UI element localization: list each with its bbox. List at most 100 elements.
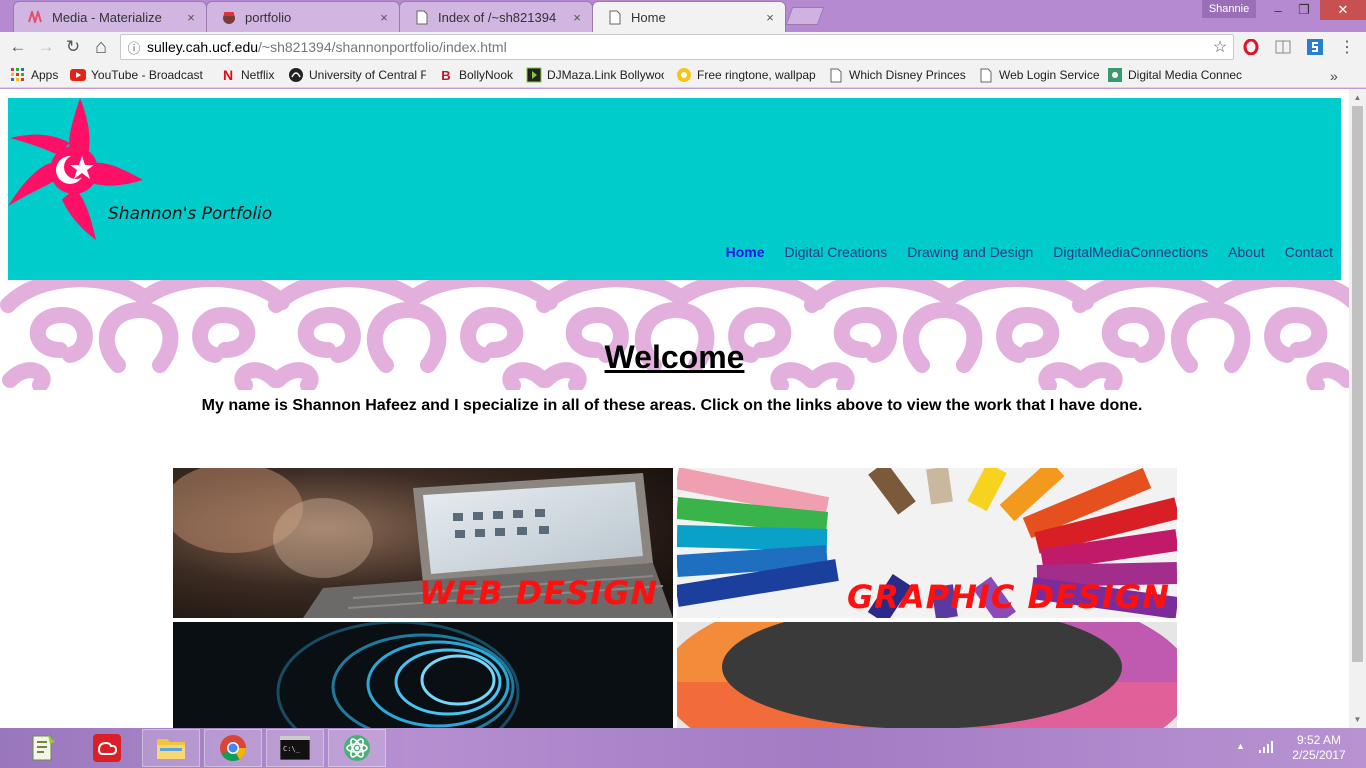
nav-drawing-and-design[interactable]: Drawing and Design	[907, 244, 1033, 260]
tile-label-graphic-design: GRAPHIC DESIGN	[847, 578, 1170, 616]
info-icon[interactable]: ⓘ	[121, 38, 147, 57]
site-title: Shannon's Portfolio	[108, 204, 273, 224]
scroll-up-icon[interactable]: ▲	[1349, 89, 1366, 106]
tile-graphic-design[interactable]: GRAPHIC DESIGN	[677, 468, 1177, 618]
address-bar[interactable]: ⓘ sulley.cah.ucf.edu/~sh821394/shannonpo…	[120, 34, 1234, 60]
system-clock[interactable]: 9:52 AM 2/25/2017	[1284, 733, 1354, 763]
tab-strip: Media - Materialize × portfolio × Index …	[0, 0, 1366, 32]
bookmark-disney[interactable]: Which Disney Princess	[828, 66, 966, 84]
atom-icon[interactable]	[328, 729, 386, 767]
adobe-cc-icon[interactable]	[78, 729, 136, 767]
bookmarks-bar: Apps YouTube - Broadcast N Netflix Unive…	[0, 62, 1366, 88]
intro-text: My name is Shannon Hafeez and I speciali…	[201, 397, 1143, 414]
scroll-down-icon[interactable]: ▼	[1349, 711, 1366, 728]
network-signal-icon[interactable]	[1258, 740, 1274, 754]
bookmark-ringtone[interactable]: Free ringtone, wallpap	[676, 66, 816, 84]
bollynook-icon: B	[441, 67, 451, 83]
light-rings-photo	[173, 622, 673, 728]
page-icon	[414, 9, 430, 25]
notepadpp-icon[interactable]	[14, 729, 72, 767]
welcome-heading: Welcome	[604, 339, 745, 375]
tab-title: Media - Materialize	[52, 9, 162, 25]
new-tab-button[interactable]	[785, 7, 825, 25]
bookmark-label: Web Login Service	[999, 68, 1100, 82]
tile-web-design[interactable]: WEB DESIGN	[173, 468, 673, 618]
back-icon[interactable]: ←	[7, 36, 29, 58]
file-explorer-icon[interactable]	[142, 729, 200, 767]
tile-color-theory[interactable]	[677, 622, 1177, 728]
reload-icon[interactable]: ↻	[62, 36, 84, 58]
bookmark-label: Which Disney Princess	[849, 68, 966, 82]
bookmark-label: Free ringtone, wallpap	[697, 68, 816, 82]
bookmark-label: DJMaza.Link Bollywoo	[547, 68, 664, 82]
color-wheel-photo	[677, 622, 1177, 728]
page-viewport: Shannon's Portfolio Home Digital Creatio…	[0, 89, 1366, 728]
materialize-icon	[28, 9, 44, 25]
portfolio-avatar-icon	[221, 9, 237, 25]
youtube-icon	[70, 67, 86, 83]
ucf-icon	[288, 67, 304, 83]
nav-home[interactable]: Home	[726, 244, 765, 260]
window-close-icon[interactable]: ✕	[1320, 0, 1366, 20]
site-nav: Home Digital Creations Drawing and Desig…	[726, 244, 1333, 260]
url-host: sulley.cah.ucf.edu	[147, 39, 259, 55]
windows-taskbar: C:\_ ▲ 9:52 AM 2/25/2017	[0, 728, 1366, 768]
nav-digital-creations[interactable]: Digital Creations	[784, 244, 887, 260]
nav-contact[interactable]: Contact	[1285, 244, 1333, 260]
scrollbar-thumb[interactable]	[1352, 106, 1363, 662]
bookmark-label: Netflix	[241, 68, 275, 82]
tab-close-icon[interactable]: ×	[763, 10, 777, 25]
extension-s-icon[interactable]	[1306, 38, 1324, 56]
bookmark-label: Digital Media Connec	[1128, 68, 1243, 82]
restore-icon[interactable]: ❐	[1290, 0, 1318, 20]
site-header: Shannon's Portfolio Home Digital Creatio…	[8, 98, 1341, 280]
tab-close-icon[interactable]: ×	[377, 10, 391, 25]
tab-portfolio[interactable]: portfolio ×	[206, 1, 400, 32]
tab-close-icon[interactable]: ×	[570, 10, 584, 25]
menu-kebab-icon[interactable]: ⋮	[1338, 38, 1356, 56]
dmc-icon	[1107, 67, 1123, 83]
bookmark-label: BollyNook	[459, 68, 514, 82]
url-text[interactable]: sulley.cah.ucf.edu/~sh821394/shannonport…	[147, 39, 1207, 55]
bookmark-djmaza[interactable]: DJMaza.Link Bollywoo	[526, 66, 664, 84]
tray-overflow-icon[interactable]: ▲	[1236, 741, 1245, 751]
bookmark-web-login[interactable]: Web Login Service	[978, 66, 1100, 84]
bookmark-youtube[interactable]: YouTube - Broadcast	[70, 66, 208, 84]
bookmark-ucf[interactable]: University of Central F	[288, 66, 426, 84]
clock-date: 2/25/2017	[1292, 748, 1346, 762]
reader-icon[interactable]	[1274, 38, 1292, 56]
tab-index-of[interactable]: Index of /~sh821394 ×	[399, 1, 593, 32]
forward-icon[interactable]: →	[35, 36, 57, 58]
bookmark-label: University of Central F	[309, 68, 426, 82]
page-scrollbar[interactable]: ▲ ▼	[1349, 89, 1366, 728]
browser-toolbar: ← → ↻ ⌂ ⓘ sulley.cah.ucf.edu/~sh821394/s…	[0, 32, 1366, 62]
tile-motion[interactable]	[173, 622, 673, 728]
tab-materialize[interactable]: Media - Materialize ×	[13, 1, 207, 32]
bookmark-netflix[interactable]: N Netflix	[220, 66, 280, 84]
page-icon	[607, 9, 623, 25]
command-prompt-icon[interactable]: C:\_	[266, 729, 324, 767]
bookmark-star-icon[interactable]: ☆	[1207, 37, 1233, 57]
tab-title: Index of /~sh821394	[438, 9, 557, 25]
tab-title: portfolio	[245, 9, 292, 25]
netflix-icon: N	[222, 67, 234, 83]
tab-title: Home	[631, 9, 666, 25]
url-path: /~sh821394/shannonportfolio/index.html	[258, 39, 507, 55]
tab-close-icon[interactable]: ×	[184, 10, 198, 25]
home-icon[interactable]: ⌂	[90, 36, 112, 58]
tab-home[interactable]: Home ×	[592, 1, 786, 32]
chrome-icon[interactable]	[204, 729, 262, 767]
tile-label-web-design: WEB DESIGN	[419, 574, 659, 612]
minimize-icon[interactable]: –	[1264, 0, 1292, 20]
nav-about[interactable]: About	[1228, 244, 1265, 260]
nav-digital-media-connections[interactable]: DigitalMediaConnections	[1053, 244, 1208, 260]
apps-grid-icon	[10, 67, 26, 83]
djmaza-icon	[526, 67, 542, 83]
bookmark-digital-media[interactable]: Digital Media Connec	[1107, 66, 1245, 84]
bookmark-label: Apps	[31, 68, 59, 82]
profile-button[interactable]: Shannie	[1202, 0, 1256, 18]
bookmarks-overflow-icon[interactable]: »	[1330, 68, 1338, 84]
bookmark-apps[interactable]: Apps	[10, 66, 65, 84]
opera-icon[interactable]	[1242, 38, 1260, 56]
bookmark-bollynook[interactable]: B BollyNook	[438, 66, 518, 84]
